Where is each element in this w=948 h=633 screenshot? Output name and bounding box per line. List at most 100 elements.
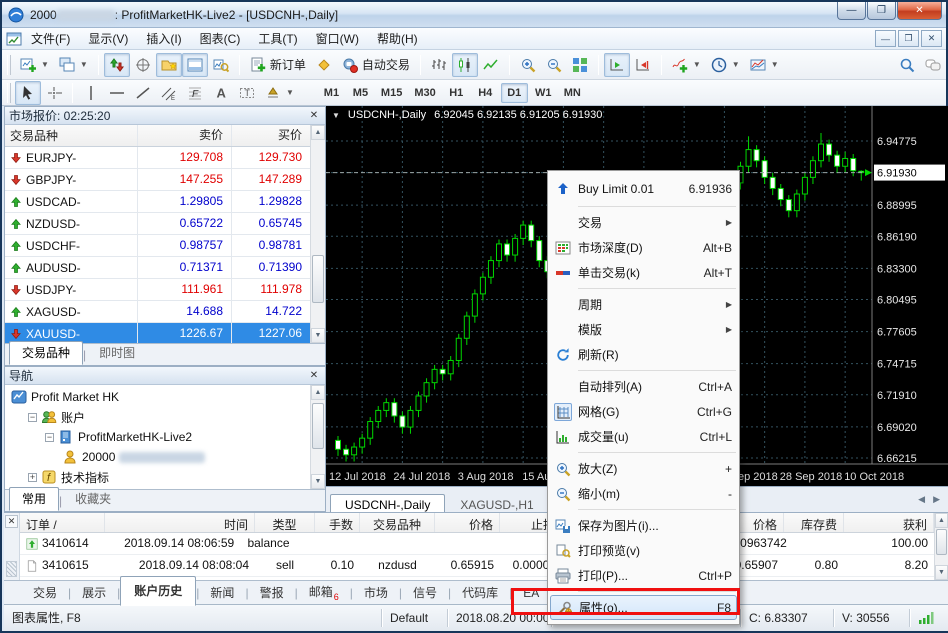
tree-node-技术指标[interactable]: +f技术指标 xyxy=(5,467,310,487)
strategy-tester-button[interactable] xyxy=(208,53,234,77)
terminal-tab-账户历史[interactable]: 账户历史 xyxy=(120,576,196,606)
zoom-in-button[interactable] xyxy=(515,53,541,77)
templates-button[interactable]: ▼ xyxy=(745,53,784,77)
scroll-down-icon[interactable]: ▼ xyxy=(311,474,325,489)
context-menu-item-保存为图片-i-[interactable]: 保存为图片(i)... xyxy=(548,513,739,538)
context-menu-item-缩小-m-[interactable]: 缩小(m)- xyxy=(548,481,739,506)
symbol-row-EURJPY-[interactable]: EURJPY-129.708129.730 xyxy=(5,147,325,169)
timeframe-M30-button[interactable]: M30 xyxy=(409,83,440,103)
column-bid[interactable]: 卖价 xyxy=(138,125,232,146)
navigator-tab-收藏夹[interactable]: 收藏夹 xyxy=(62,487,124,511)
close-button[interactable]: ✕ xyxy=(897,2,942,20)
scrollbar-thumb[interactable] xyxy=(312,403,324,449)
column-类型[interactable]: 类型 xyxy=(255,513,315,532)
menu-帮助(H)[interactable]: 帮助(H) xyxy=(368,30,427,48)
toolbar-grip[interactable] xyxy=(7,83,11,103)
scroll-up-icon[interactable]: ▲ xyxy=(311,385,325,400)
trendline-button[interactable] xyxy=(130,81,156,105)
symbol-row-GBPJPY-[interactable]: GBPJPY-147.255147.289 xyxy=(5,169,325,191)
tab-scroll-right-icon[interactable]: ▶ xyxy=(933,494,940,505)
symbol-row-XAUUSD-[interactable]: XAUUSD-1226.671227.06 xyxy=(5,323,325,343)
auto-scroll-button[interactable] xyxy=(604,53,630,77)
fibonacci-button[interactable]: F xyxy=(182,81,208,105)
close-icon[interactable]: ✕ xyxy=(307,369,321,382)
context-menu-item-模版[interactable]: 模版▶ xyxy=(548,317,739,342)
chevron-down-icon[interactable]: ▼ xyxy=(80,60,88,69)
navigator-tab-常用[interactable]: 常用 xyxy=(9,487,59,511)
context-menu-item-市场深度-D-[interactable]: 市场深度(D)Alt+B xyxy=(548,235,739,260)
scroll-down-icon[interactable]: ▼ xyxy=(935,565,948,580)
column-获利[interactable]: 获利 xyxy=(844,513,934,532)
chevron-down-icon[interactable]: ▼ xyxy=(732,60,740,69)
text-button[interactable]: A xyxy=(208,81,234,105)
tree-node-账户[interactable]: −账户 xyxy=(5,407,310,427)
context-menu-item-成交量-u-[interactable]: 成交量(u)Ctrl+L xyxy=(548,424,739,449)
timeframe-H4-button[interactable]: H4 xyxy=(472,83,499,103)
zoom-out-button[interactable] xyxy=(541,53,567,77)
periods-button[interactable]: ▼ xyxy=(706,53,745,77)
metaeditor-button[interactable] xyxy=(311,53,337,77)
bar-chart-button[interactable] xyxy=(426,53,452,77)
scroll-up-icon[interactable]: ▲ xyxy=(311,125,325,140)
timeframe-M15-button[interactable]: M15 xyxy=(376,83,407,103)
crosshair-button[interactable] xyxy=(41,81,67,105)
search-button[interactable] xyxy=(894,53,920,77)
line-chart-button[interactable] xyxy=(478,53,504,77)
symbol-row-XAGUSD-[interactable]: XAGUSD-14.68814.722 xyxy=(5,301,325,323)
label-button[interactable]: T xyxy=(234,81,260,105)
terminal-tab-邮箱[interactable]: 邮箱6 xyxy=(298,580,350,604)
context-menu-item-放大-Z-[interactable]: 放大(Z)+ xyxy=(548,456,739,481)
chevron-down-icon[interactable]: ▼ xyxy=(332,111,340,120)
tree-node-ProfitMarketHK-Live2[interactable]: −ProfitMarketHK-Live2 xyxy=(5,427,310,447)
candle-chart-button[interactable] xyxy=(452,53,478,77)
market-watch-tab-交易品种[interactable]: 交易品种 xyxy=(9,341,83,365)
symbol-row-USDCAD-[interactable]: USDCAD-1.298051.29828 xyxy=(5,191,325,213)
terminal-tab-警报[interactable]: 警报 xyxy=(249,581,295,604)
terminal-tab-展示[interactable]: 展示 xyxy=(71,581,117,604)
minimize-button[interactable]: — xyxy=(837,2,866,20)
order-row-3410615[interactable]: 34106152018.09.14 08:08:04sell0.10nzdusd… xyxy=(20,555,934,577)
chevron-down-icon[interactable]: ▼ xyxy=(286,88,294,97)
timeframe-M1-button[interactable]: M1 xyxy=(318,83,345,103)
column-交易品种[interactable]: 交易品种 xyxy=(360,513,435,532)
autotrading-button[interactable]: 自动交易 xyxy=(337,53,415,77)
timeframe-M5-button[interactable]: M5 xyxy=(347,83,374,103)
timeframe-D1-button[interactable]: D1 xyxy=(501,83,528,103)
new-order-button[interactable]: 新订单 xyxy=(245,53,311,77)
chevron-down-icon[interactable]: ▼ xyxy=(693,60,701,69)
terminal-tab-新闻[interactable]: 新闻 xyxy=(199,581,245,604)
navigator-button[interactable] xyxy=(156,53,182,77)
terminal-button[interactable] xyxy=(182,53,208,77)
terminal-tab-市场[interactable]: 市场 xyxy=(353,581,399,604)
vertical-line-button[interactable] xyxy=(78,81,104,105)
toolbar-grip[interactable] xyxy=(7,55,11,75)
scroll-down-icon[interactable]: ▼ xyxy=(311,328,325,343)
context-menu-item-刷新-R-[interactable]: 刷新(R) xyxy=(548,342,739,367)
indicators-button[interactable]: ▼ xyxy=(667,53,706,77)
chevron-down-icon[interactable]: ▼ xyxy=(771,60,779,69)
column-订单 /[interactable]: 订单 / xyxy=(20,513,105,532)
title-bar[interactable]: 2000: ProfitMarketHK-Live2 - [USDCNH-,Da… xyxy=(2,2,946,28)
child-restore-button[interactable]: ❐ xyxy=(898,30,919,47)
timeframe-H1-button[interactable]: H1 xyxy=(443,83,470,103)
context-menu-item-交易[interactable]: 交易▶ xyxy=(548,210,739,235)
order-row-3410614[interactable]: 34106142018.09.14 08:06:59balance6912418… xyxy=(20,533,934,555)
terminal-tab-代码库[interactable]: 代码库 xyxy=(451,581,509,604)
chart-shift-button[interactable] xyxy=(630,53,656,77)
collapse-icon[interactable]: − xyxy=(28,413,37,422)
context-menu-item-打印预览-v-[interactable]: 打印预览(v) xyxy=(548,538,739,563)
collapse-icon[interactable]: − xyxy=(45,433,54,442)
status-profile[interactable]: Default xyxy=(382,609,448,627)
tile-windows-button[interactable] xyxy=(567,53,593,77)
symbol-row-USDCHF-[interactable]: USDCHF-0.987570.98781 xyxy=(5,235,325,257)
menu-工具(T)[interactable]: 工具(T) xyxy=(249,30,306,48)
arrows-button[interactable]: ▼ xyxy=(260,81,299,105)
symbol-row-AUDUSD-[interactable]: AUDUSD-0.713710.71390 xyxy=(5,257,325,279)
tree-node-Profit Market HK[interactable]: Profit Market HK xyxy=(5,387,310,407)
restore-button[interactable]: ❐ xyxy=(867,2,896,20)
chevron-down-icon[interactable]: ▼ xyxy=(41,60,49,69)
menu-插入(I)[interactable]: 插入(I) xyxy=(137,30,190,48)
terminal-tab-信号[interactable]: 信号 xyxy=(402,581,448,604)
tree-node-20000[interactable]: 20000 xyxy=(5,447,310,467)
tab-scroll-left-icon[interactable]: ◀ xyxy=(918,494,925,505)
